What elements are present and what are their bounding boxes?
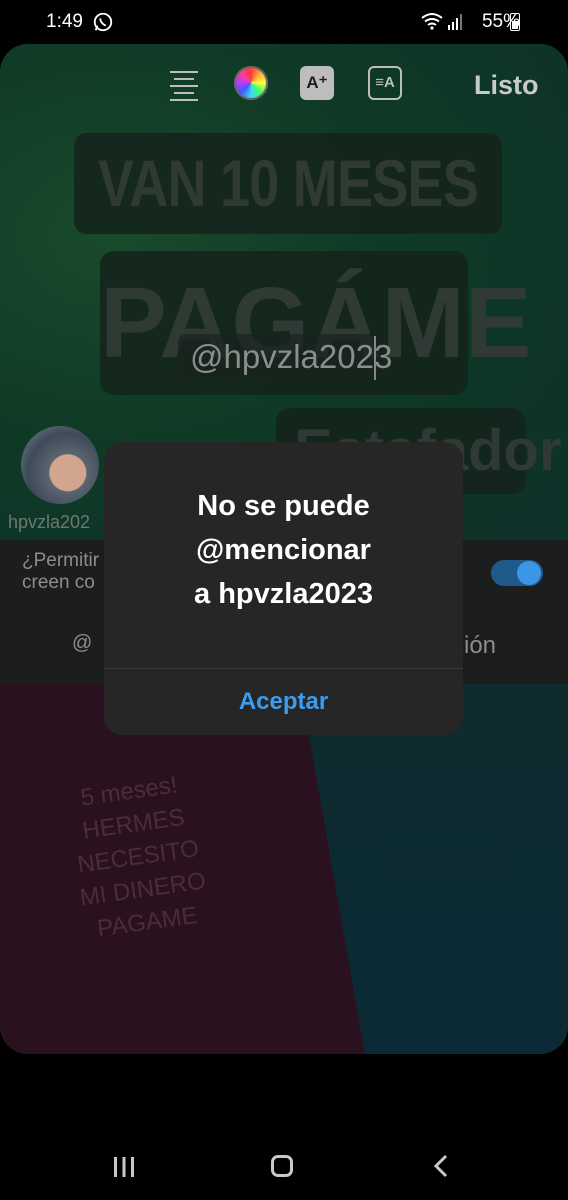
permission-text-line2: creen co bbox=[22, 572, 95, 593]
recents-icon[interactable] bbox=[112, 1156, 136, 1178]
battery-icon bbox=[510, 13, 520, 31]
status-bar: 1:49 55% bbox=[0, 0, 568, 44]
text-style-icon[interactable]: ≡A bbox=[368, 66, 402, 100]
back-icon[interactable] bbox=[432, 1154, 450, 1178]
suggestion-username[interactable]: hpvzla202 bbox=[8, 512, 90, 533]
permission-text-line1: ¿Permitir bbox=[22, 550, 100, 571]
avatar[interactable] bbox=[21, 426, 99, 504]
navigation-bar bbox=[0, 1126, 568, 1200]
accept-button[interactable]: Aceptar bbox=[104, 669, 463, 735]
text-caret bbox=[374, 336, 376, 380]
dialog-title-line1: No se puede bbox=[197, 490, 370, 522]
done-button[interactable]: Listo bbox=[474, 70, 539, 101]
whatsapp-icon bbox=[93, 12, 113, 32]
mention-input[interactable]: @hpvzla2023 bbox=[178, 334, 392, 380]
home-icon[interactable] bbox=[271, 1155, 293, 1177]
story-text-line1[interactable]: VAN 10 MESES bbox=[74, 133, 503, 234]
dialog-title: No se puede @mencionar a hpvzla2023 bbox=[104, 484, 463, 616]
status-time: 1:49 bbox=[46, 11, 83, 32]
permission-text: ¿Permitir creen co bbox=[22, 550, 99, 594]
alert-dialog: No se puede @mencionar a hpvzla2023 Acep… bbox=[104, 442, 463, 735]
wifi-icon bbox=[421, 13, 443, 30]
dialog-title-line3: a hpvzla2023 bbox=[194, 578, 373, 610]
background-note-text: 5 meses! HERMES NECESITO MI DINERO PAGAM… bbox=[75, 771, 208, 943]
tab-mention[interactable]: @ bbox=[72, 632, 92, 655]
dialog-title-line2: @mencionar bbox=[196, 534, 371, 566]
color-wheel-icon[interactable] bbox=[234, 66, 268, 100]
permission-toggle[interactable] bbox=[491, 560, 543, 586]
text-align-icon[interactable] bbox=[166, 66, 202, 102]
text-effects-icon[interactable]: A⁺ bbox=[300, 66, 334, 100]
signal-icon bbox=[448, 14, 462, 30]
